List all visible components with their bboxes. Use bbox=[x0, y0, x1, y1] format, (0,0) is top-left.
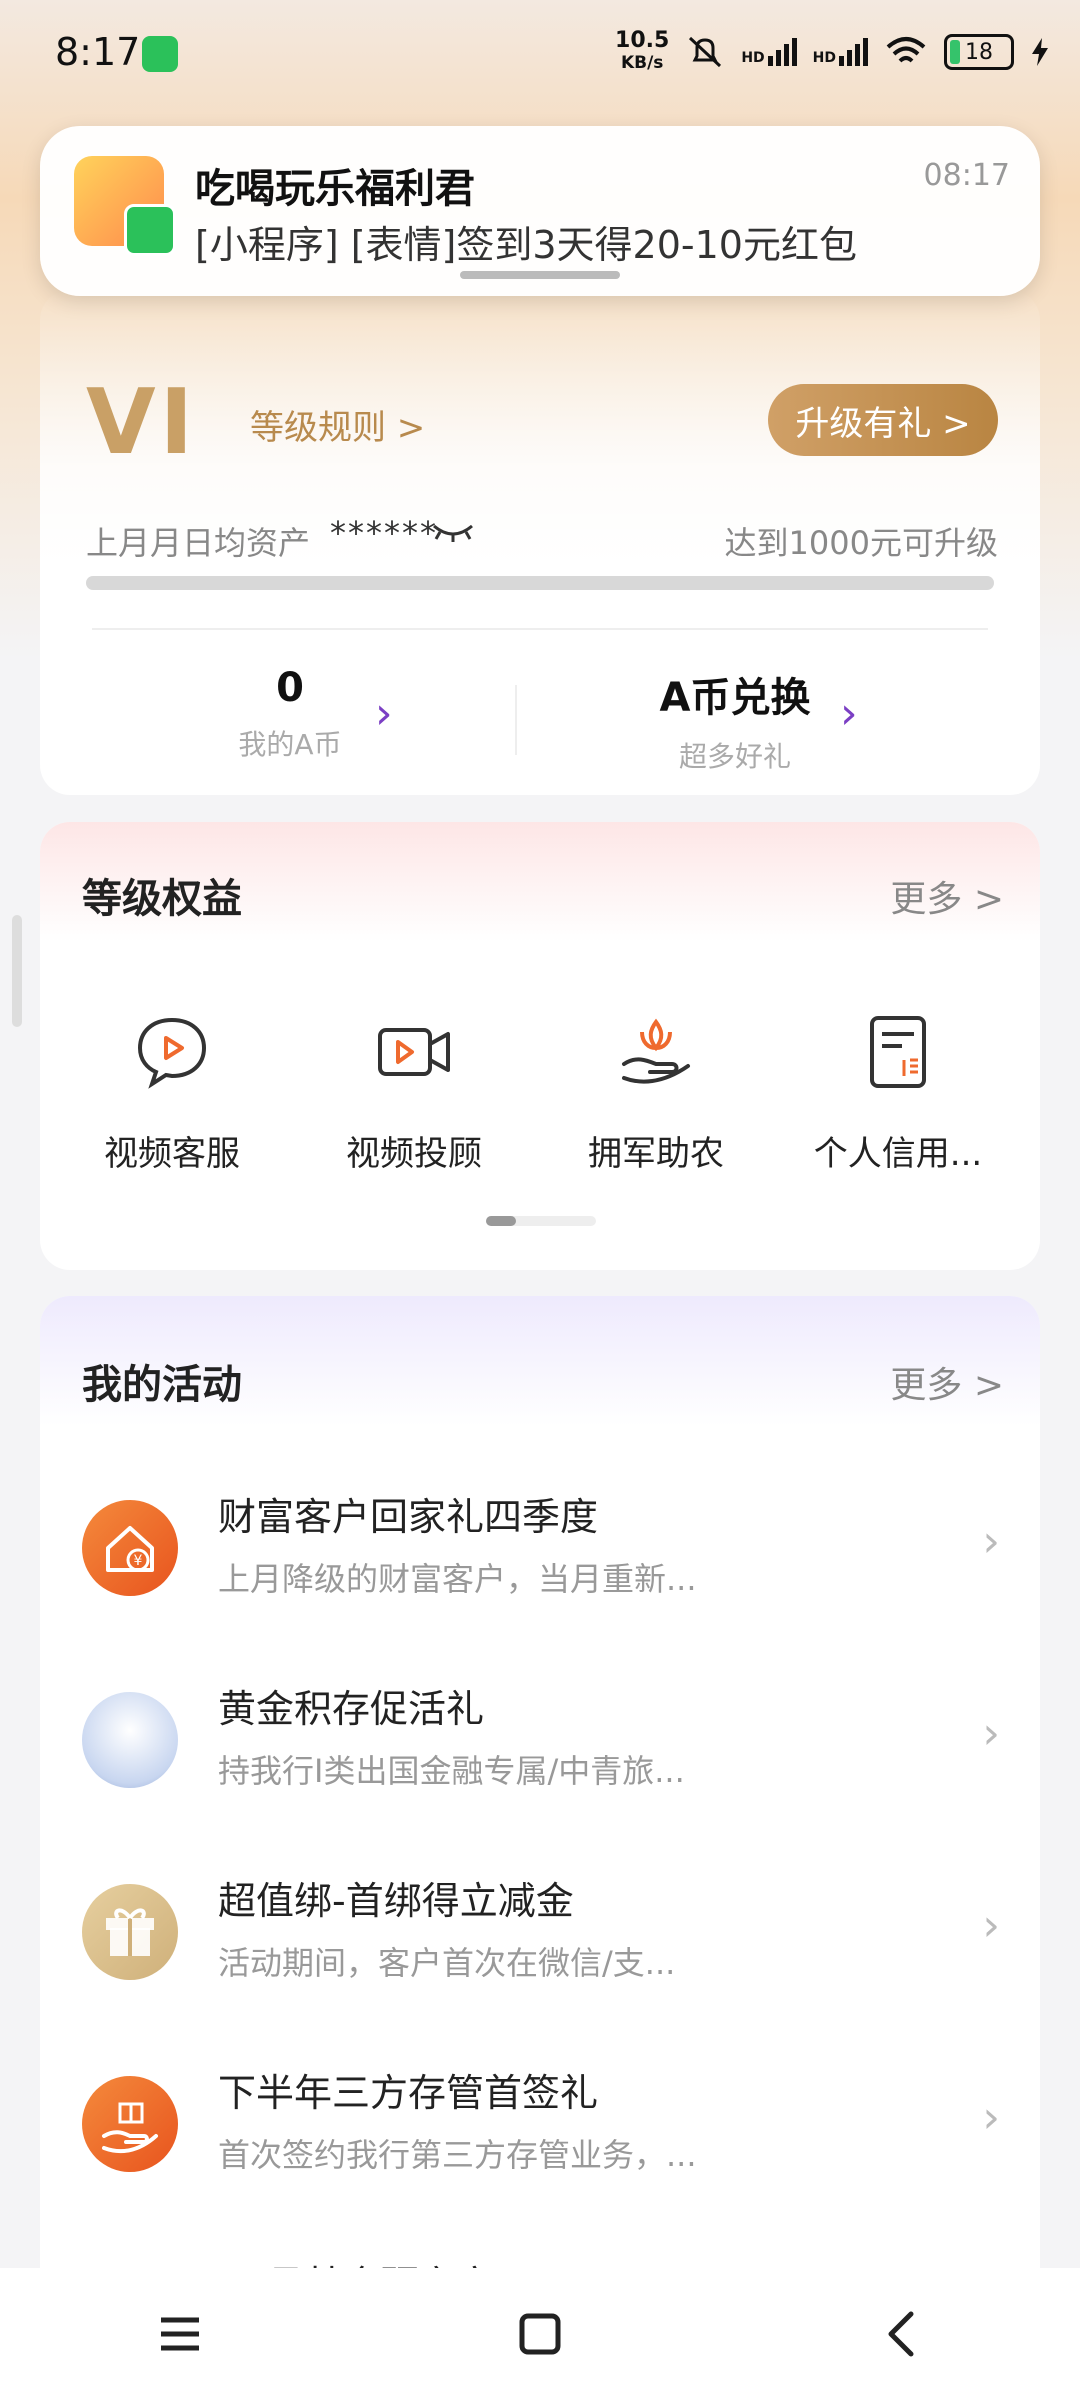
my-activities-card: 我的活动 更多 > ¥ 财富客户回家礼四季度 上月降级的财富客户，当月重新...… bbox=[40, 1296, 1040, 2396]
level-progress-bar bbox=[86, 576, 994, 590]
status-icons: 10.5 KB/s HD HD 18 bbox=[615, 30, 1050, 74]
activity-item[interactable]: ¥ 财富客户回家礼四季度 上月降级的财富客户，当月重新... › bbox=[40, 1456, 1040, 1648]
hand-gift-icon bbox=[82, 2076, 178, 2172]
activity-description: 持我行I类出国金融专属/中青旅... bbox=[218, 1752, 685, 1790]
menu-button[interactable] bbox=[140, 2294, 220, 2374]
signal-2-label: HD bbox=[812, 50, 836, 66]
benefits-title: 等级权益 bbox=[82, 876, 242, 922]
mute-icon bbox=[689, 36, 722, 68]
vertical-divider bbox=[515, 685, 517, 755]
activity-item[interactable]: 黄金积存促活礼 持我行I类出国金融专属/中青旅... › bbox=[40, 1648, 1040, 1840]
exchange-subtitle: 超多好礼 bbox=[678, 740, 791, 773]
wechat-icon bbox=[124, 204, 176, 256]
notification-title: 吃喝玩乐福利君 bbox=[195, 166, 475, 212]
notification-body: [小程序] [表情]签到3天得20-10元红包 bbox=[195, 223, 857, 267]
chevron-right-icon[interactable]: › bbox=[840, 688, 858, 739]
benefit-label: 视频客服 bbox=[104, 1134, 240, 1174]
level-card: VI 等级规则 > 升级有礼 > 上月月日均资产 ****** 达到1000元可… bbox=[40, 290, 1040, 795]
battery-level: 18 bbox=[965, 39, 993, 65]
gold-promo-image-icon bbox=[82, 1692, 178, 1788]
benefit-label: 个人信用... bbox=[813, 1134, 983, 1174]
activity-item[interactable]: 下半年三方存管首签礼 首次签约我行第三方存管业务，... › bbox=[40, 2032, 1040, 2224]
house-coin-icon: ¥ bbox=[82, 1500, 178, 1596]
benefit-label: 视频投顾 bbox=[346, 1134, 482, 1174]
benefits-scroll-thumb bbox=[486, 1216, 516, 1226]
signal-1-icon: HD bbox=[741, 38, 797, 66]
status-bar: 8:17 10.5 KB/s HD HD 18 bbox=[0, 0, 1080, 110]
activity-description: 活动期间，客户首次在微信/支... bbox=[218, 1944, 676, 1982]
status-time: 8:17 bbox=[55, 30, 141, 74]
notification-banner[interactable]: 吃喝玩乐福利君 [小程序] [表情]签到3天得20-10元红包 08:17 bbox=[40, 126, 1040, 296]
home-square-icon bbox=[519, 2313, 561, 2355]
level-benefits-card: 等级权益 更多 > 视频客服 视频投顾 拥军助农 个人信用... bbox=[40, 822, 1040, 1270]
eye-closed-icon[interactable] bbox=[432, 522, 474, 542]
hand-flower-icon bbox=[622, 1018, 690, 1084]
video-chat-icon bbox=[137, 1017, 207, 1089]
benefits-more-link[interactable]: 更多 > bbox=[890, 870, 1004, 922]
back-arrow-icon bbox=[888, 2311, 914, 2357]
battery-icon: 18 bbox=[944, 34, 1014, 70]
divider bbox=[92, 628, 988, 630]
benefit-video-service[interactable]: 视频客服 bbox=[62, 1012, 282, 1175]
svg-text:¥: ¥ bbox=[134, 1553, 143, 1569]
notification-handle[interactable] bbox=[460, 271, 620, 279]
signal-1-label: HD bbox=[741, 50, 765, 66]
wechat-notification-icon bbox=[142, 36, 178, 72]
home-button[interactable] bbox=[500, 2294, 580, 2374]
credit-document-icon bbox=[870, 1016, 926, 1088]
activity-description: 上月降级的财富客户，当月重新... bbox=[218, 1560, 697, 1598]
benefit-personal-credit[interactable]: 个人信用... bbox=[788, 1012, 1008, 1175]
net-speed-unit: KB/s bbox=[620, 53, 664, 73]
back-button[interactable] bbox=[860, 2294, 940, 2374]
activity-title: 黄金积存促活礼 bbox=[218, 1687, 485, 1731]
activity-title: 财富客户回家礼四季度 bbox=[218, 1495, 599, 1539]
wifi-icon bbox=[886, 37, 926, 63]
side-edge-handle[interactable] bbox=[12, 915, 22, 1027]
benefit-label: 拥军助农 bbox=[588, 1134, 724, 1174]
gift-box-icon bbox=[82, 1884, 178, 1980]
activities-more-link[interactable]: 更多 > bbox=[890, 1356, 1004, 1408]
menu-icon bbox=[161, 2317, 199, 2351]
net-speed-value: 10.5 bbox=[615, 28, 670, 53]
activities-title: 我的活动 bbox=[82, 1362, 242, 1408]
upgrade-gift-button[interactable]: 升级有礼 > bbox=[768, 384, 998, 456]
benefit-video-advisor[interactable]: 视频投顾 bbox=[304, 1012, 524, 1175]
chevron-right-icon: › bbox=[982, 2092, 1000, 2143]
notification-time: 08:17 bbox=[923, 158, 1010, 193]
activity-item[interactable]: 超值绑-首绑得立减金 活动期间，客户首次在微信/支... › bbox=[40, 1840, 1040, 2032]
chevron-right-icon: › bbox=[982, 1516, 1000, 1567]
system-navigation-bar bbox=[0, 2268, 1080, 2400]
chevron-right-icon: › bbox=[982, 1900, 1000, 1951]
level-rule-link[interactable]: 等级规则 > bbox=[250, 400, 425, 449]
asset-label: 上月月日均资产 bbox=[86, 524, 311, 562]
signal-2-icon: HD bbox=[813, 38, 868, 66]
activity-title: 超值绑-首绑得立减金 bbox=[218, 1879, 574, 1923]
benefit-military-farmers[interactable]: 拥军助农 bbox=[546, 1012, 766, 1175]
video-camera-icon bbox=[378, 1028, 450, 1076]
asset-upgrade-target: 达到1000元可升级 bbox=[724, 524, 998, 562]
net-speed: 10.5 KB/s bbox=[615, 30, 669, 74]
chevron-right-icon: › bbox=[982, 1708, 1000, 1759]
activity-description: 首次签约我行第三方存管业务，... bbox=[218, 2136, 697, 2174]
level-name: VI bbox=[86, 370, 198, 475]
activity-title: 下半年三方存管首签礼 bbox=[218, 2071, 599, 2115]
asset-masked-value: ****** bbox=[330, 514, 438, 552]
charging-icon bbox=[1032, 38, 1048, 66]
chevron-right-icon[interactable]: › bbox=[375, 688, 393, 739]
